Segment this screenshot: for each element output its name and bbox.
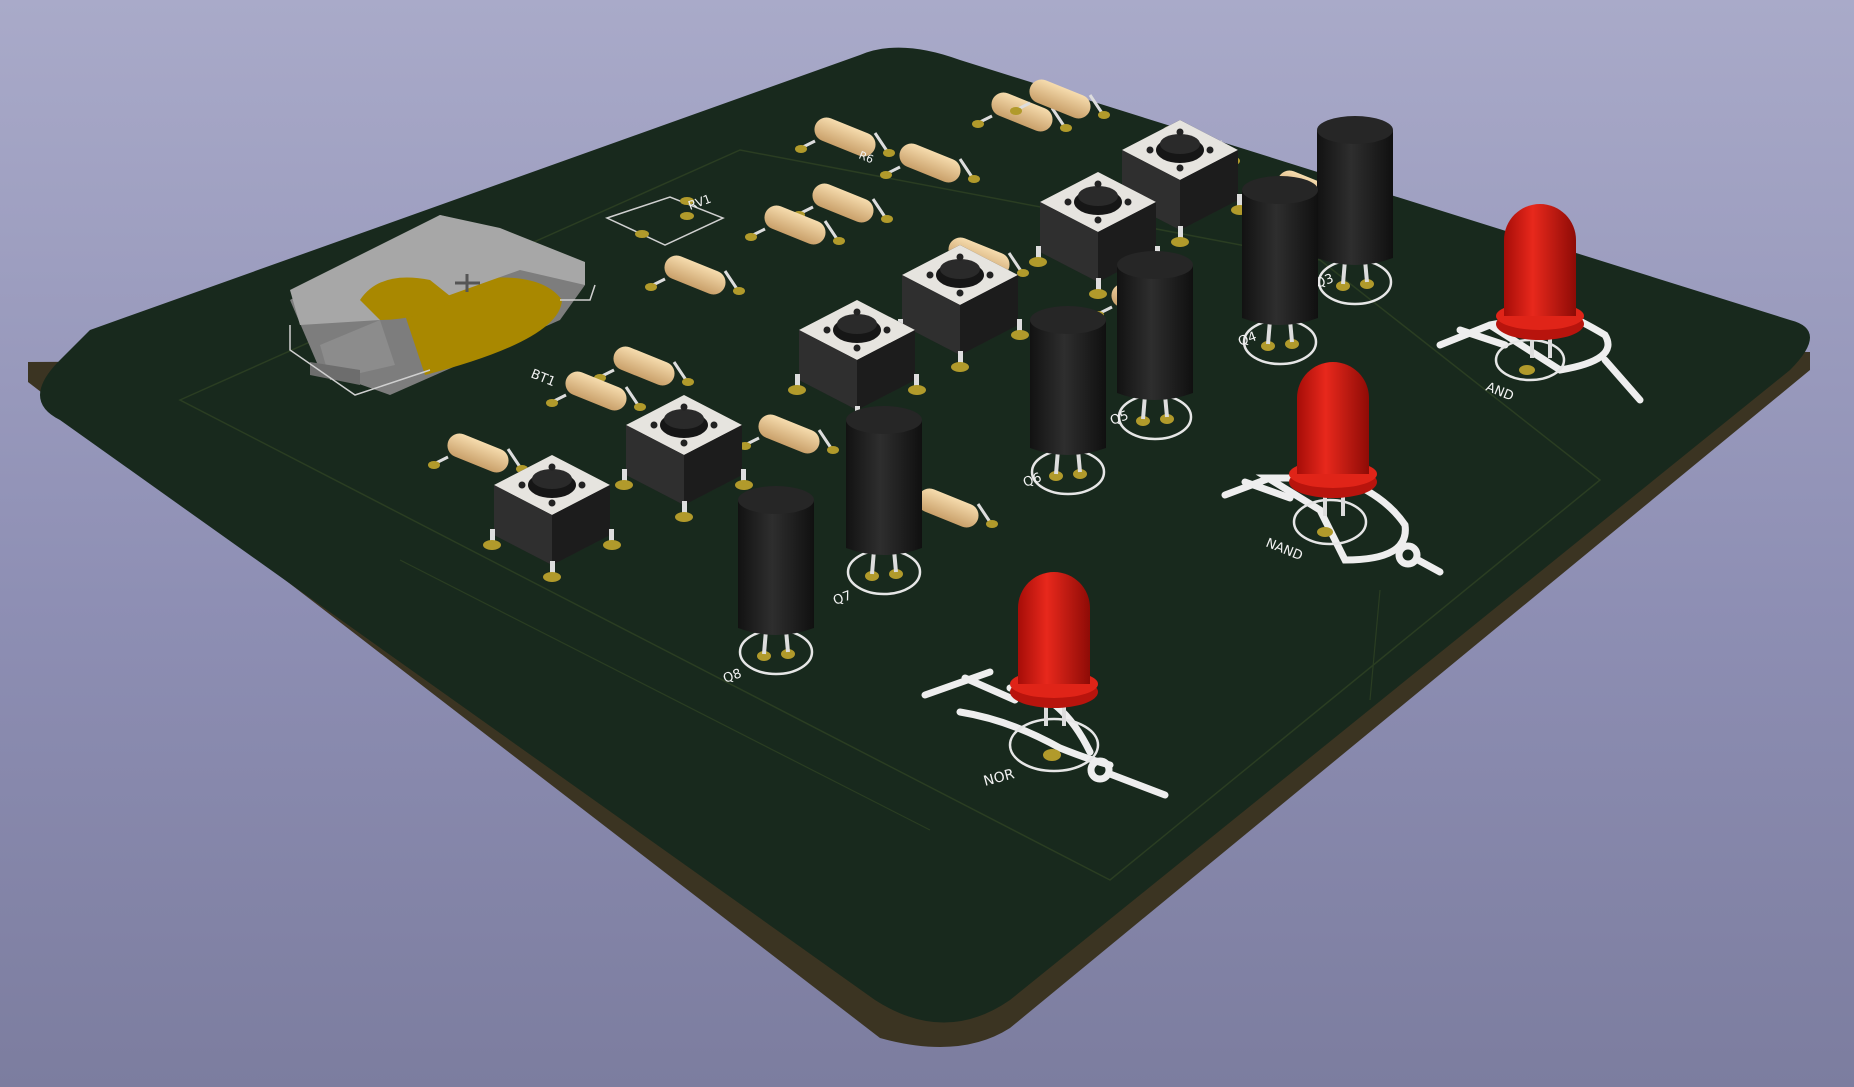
pcb-board — [40, 47, 1810, 1023]
led-nor — [1008, 570, 1100, 728]
led-and — [1494, 202, 1586, 360]
led-nand — [1287, 360, 1379, 518]
pcb-3d-viewport[interactable]: BT1 RV1 R6 Q3 Q4 Q5 Q6 Q7 Q8 AND NAND NO… — [0, 0, 1854, 1087]
